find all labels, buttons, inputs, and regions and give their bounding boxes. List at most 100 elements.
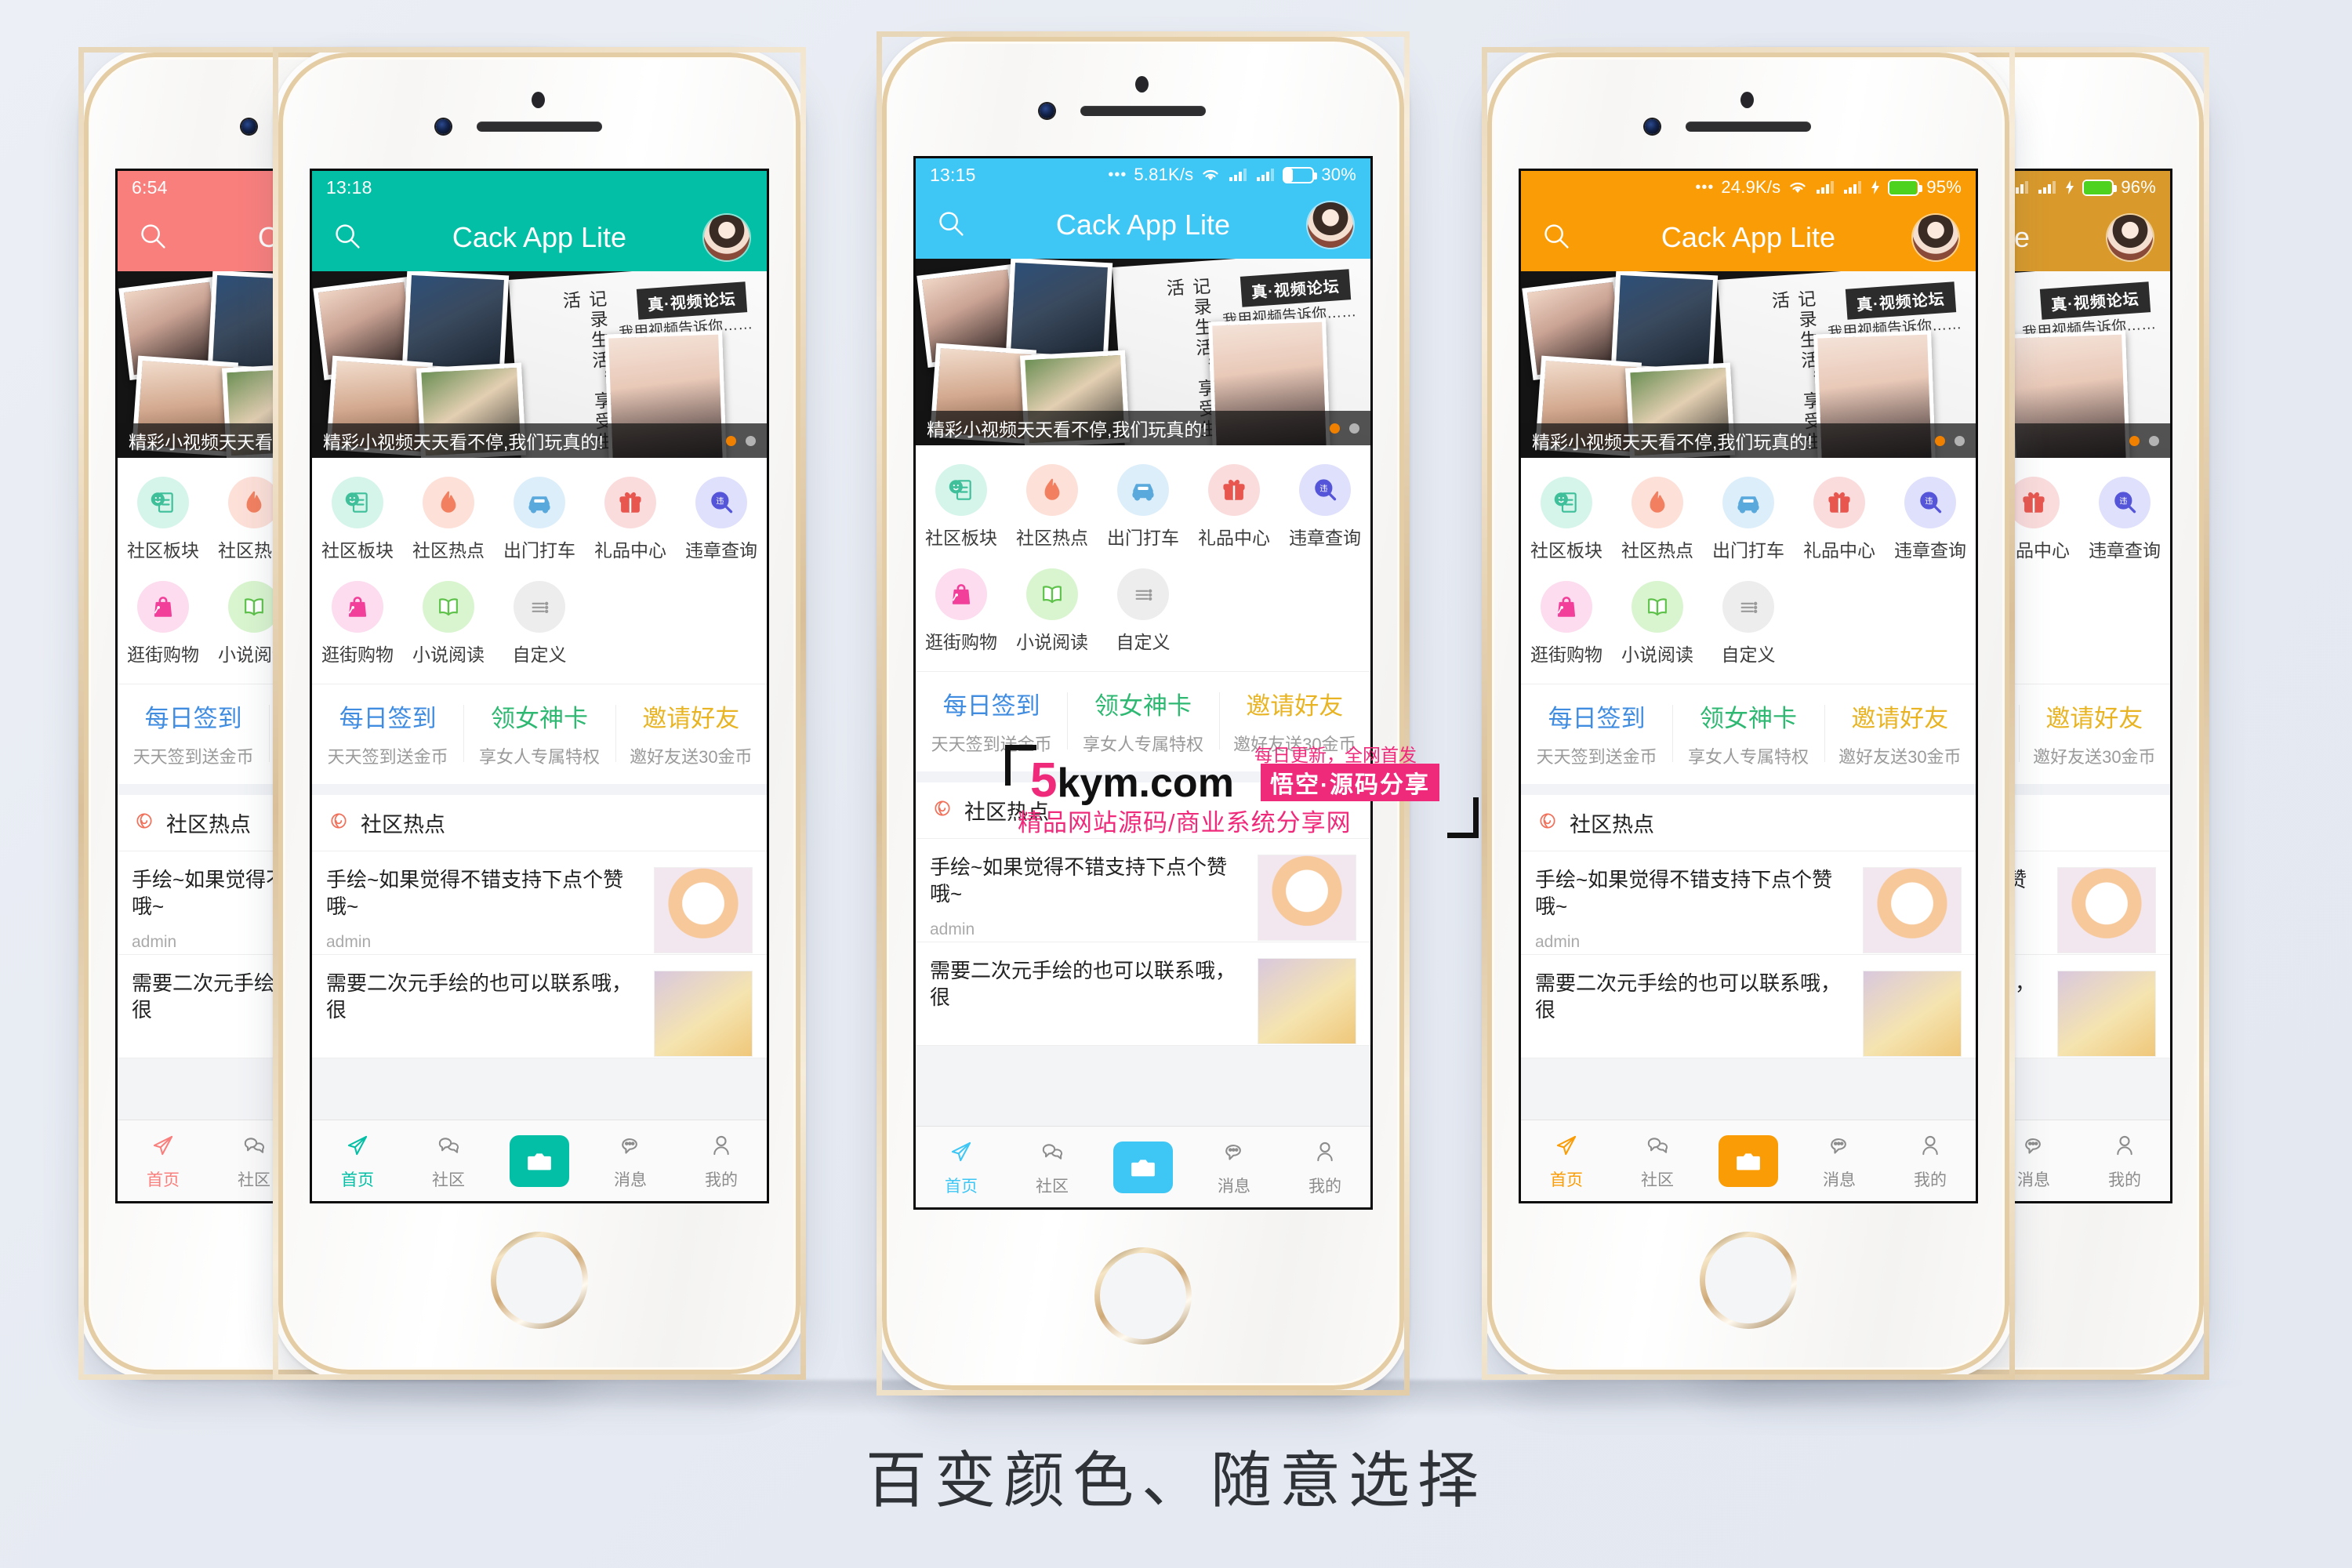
grid-item-4[interactable]: 违 违章查询 xyxy=(676,470,767,572)
quick-action-0[interactable]: 每日签到 天天签到送金币 xyxy=(312,699,463,768)
grid-item-4[interactable]: 违 违章查询 xyxy=(2079,470,2170,572)
camera-icon[interactable] xyxy=(1113,1141,1173,1193)
tab-社区[interactable]: 社区 xyxy=(403,1131,494,1191)
grid-item-0[interactable]: 社区板块 xyxy=(312,470,403,572)
promo-banner[interactable]: 记录生活，享受生活 真·视频论坛 我用视频告诉你…… 精彩小视频天天看不停,我们… xyxy=(312,271,767,458)
grid-item-2[interactable]: 出门打车 xyxy=(1098,458,1189,559)
avatar[interactable] xyxy=(2107,215,2153,260)
tab-首页[interactable]: 首页 xyxy=(1521,1131,1612,1191)
grid-item-3[interactable]: 礼品中心 xyxy=(1794,470,1885,572)
tab-我的[interactable]: 我的 xyxy=(2079,1131,2170,1191)
avatar[interactable] xyxy=(704,215,750,260)
grid-item-5[interactable]: 逛街购物 xyxy=(1521,575,1612,676)
avatar[interactable] xyxy=(1308,202,1353,248)
grid-item-4[interactable]: 违 违章查询 xyxy=(1279,458,1370,559)
quick-action-0[interactable]: 每日签到 天天签到送金币 xyxy=(118,699,269,768)
post-thumbnail xyxy=(1863,867,1962,953)
tab-社区[interactable]: 社区 xyxy=(1007,1137,1098,1197)
post-list-item[interactable]: 需要二次元手绘的也可以联系哦，很 xyxy=(1521,955,1976,1058)
post-list-item[interactable]: 手绘~如果觉得不错支持下点个赞哦~ admin xyxy=(1521,851,1976,955)
grid-item-4[interactable]: 违 违章查询 xyxy=(1885,470,1976,572)
quick-action-2[interactable]: 邀请好友 邀好友送30金币 xyxy=(615,699,767,768)
quick-action-row: 每日签到 天天签到送金币 领女神卡 享女人专属特权 邀请好友 邀好友送30金币 xyxy=(916,671,1370,771)
banner-pagination-dots[interactable] xyxy=(1330,423,1359,434)
home-button[interactable] xyxy=(1700,1232,1797,1329)
quick-action-0[interactable]: 每日签到 天天签到送金币 xyxy=(916,686,1067,756)
grid-item-7[interactable]: 自定义 xyxy=(1098,562,1189,663)
grid-item-2[interactable]: 出门打车 xyxy=(1703,470,1794,572)
tab-社区[interactable]: 社区 xyxy=(1612,1131,1703,1191)
grid-item-6[interactable]: 小说阅读 xyxy=(1612,575,1703,676)
banner-pagination-dots[interactable] xyxy=(2129,435,2159,446)
quick-action-2[interactable]: 邀请好友 邀好友送30金币 xyxy=(1218,686,1370,756)
phone-screen: 13:18 Cack App Lite 记录生活，享受生活 真·视频论坛 我用视… xyxy=(310,169,769,1203)
search-icon[interactable] xyxy=(329,218,365,258)
search-icon[interactable] xyxy=(135,218,171,258)
grid-item-7[interactable]: 自定义 xyxy=(1703,575,1794,676)
tab-首页[interactable]: 首页 xyxy=(312,1131,403,1191)
status-bar: 13:15 ••• 5.81K/s 30% xyxy=(916,158,1370,191)
tab-消息[interactable]: 消息 xyxy=(1189,1137,1279,1197)
grid-item-1[interactable]: 社区热点 xyxy=(403,470,494,572)
grid-item-0[interactable]: 社区板块 xyxy=(1521,470,1612,572)
tab-我的[interactable]: 我的 xyxy=(676,1131,767,1191)
grid-item-1[interactable]: 社区热点 xyxy=(1612,470,1703,572)
battery-icon xyxy=(2082,179,2118,196)
grid-item-5[interactable]: 逛街购物 xyxy=(312,575,403,676)
post-text: 手绘~如果觉得不错支持下点个赞哦~ admin xyxy=(930,855,1245,939)
tab-我的[interactable]: 我的 xyxy=(1885,1131,1976,1191)
promo-banner[interactable]: 记录生活，享受生活 真·视频论坛 我用视频告诉你…… 精彩小视频天天看不停,我们… xyxy=(916,259,1370,445)
promo-banner[interactable]: 记录生活，享受生活 真·视频论坛 我用视频告诉你…… 精彩小视频天天看不停,我们… xyxy=(1521,271,1976,458)
camera-icon[interactable] xyxy=(1719,1134,1778,1187)
car-icon xyxy=(1117,464,1169,516)
post-text: 需要二次元手绘的也可以联系哦，很 xyxy=(930,958,1245,1011)
camera-icon[interactable] xyxy=(510,1134,569,1187)
post-list-item[interactable]: 手绘~如果觉得不错支持下点个赞哦~ admin xyxy=(916,839,1370,942)
avatar[interactable] xyxy=(1913,215,1958,260)
grid-item-label: 自定义 xyxy=(512,644,567,665)
tab-消息[interactable]: 消息 xyxy=(1794,1131,1885,1191)
grid-item-5[interactable]: 逛街购物 xyxy=(916,562,1007,663)
quick-action-0[interactable]: 每日签到 天天签到送金币 xyxy=(1521,699,1672,768)
front-camera xyxy=(241,119,256,134)
post-list-item[interactable]: 需要二次元手绘的也可以联系哦，很 xyxy=(312,955,767,1058)
tab-首页[interactable]: 首页 xyxy=(916,1137,1007,1197)
quick-action-2[interactable]: 邀请好友 邀好友送30金币 xyxy=(2018,699,2170,768)
grid-item-2[interactable]: 出门打车 xyxy=(494,470,585,572)
grid-item-6[interactable]: 小说阅读 xyxy=(1007,562,1098,663)
grid-item-6[interactable]: 小说阅读 xyxy=(403,575,494,676)
grid-item-5[interactable]: 逛街购物 xyxy=(118,575,209,676)
grid-item-0[interactable]: 社区板块 xyxy=(916,458,1007,559)
quick-action-1[interactable]: 领女神卡 享女人专属特权 xyxy=(1672,699,1824,768)
tab-消息[interactable]: 消息 xyxy=(585,1131,676,1191)
post-title: 需要二次元手绘的也可以联系哦，很 xyxy=(1535,971,1842,1022)
home-button[interactable] xyxy=(1094,1247,1192,1345)
tab-首页[interactable]: 首页 xyxy=(118,1131,209,1191)
grid-item-3[interactable]: 礼品中心 xyxy=(1189,458,1279,559)
battery-percent: 30% xyxy=(1321,165,1356,184)
grid-item-3[interactable]: 礼品中心 xyxy=(585,470,676,572)
grid-item-7[interactable]: 自定义 xyxy=(494,575,585,676)
tab-camera[interactable] xyxy=(1098,1141,1189,1193)
tab-camera[interactable] xyxy=(494,1134,585,1187)
banner-pagination-dots[interactable] xyxy=(726,435,756,446)
post-list-item[interactable]: 手绘~如果觉得不错支持下点个赞哦~ admin xyxy=(312,851,767,955)
search-icon[interactable] xyxy=(933,205,969,245)
grid-item-0[interactable]: 社区板块 xyxy=(118,470,209,572)
quick-action-1[interactable]: 领女神卡 享女人专属特权 xyxy=(463,699,615,768)
home-button[interactable] xyxy=(491,1232,588,1329)
quick-action-subtitle: 天天签到送金币 xyxy=(1536,747,1657,767)
grid-item-1[interactable]: 社区热点 xyxy=(1007,458,1098,559)
banner-pagination-dots[interactable] xyxy=(1935,435,1965,446)
tab-label: 消息 xyxy=(2017,1171,2050,1189)
quick-action-2[interactable]: 邀请好友 邀好友送30金币 xyxy=(1824,699,1976,768)
tab-camera[interactable] xyxy=(1703,1134,1794,1187)
post-thumbnail xyxy=(2057,971,2156,1057)
banner-photo-2 xyxy=(1610,271,1719,375)
quick-action-row: 每日签到 天天签到送金币 领女神卡 享女人专属特权 邀请好友 邀好友送30金币 xyxy=(312,684,767,784)
post-list-item[interactable]: 需要二次元手绘的也可以联系哦，很 xyxy=(916,942,1370,1046)
quick-action-1[interactable]: 领女神卡 享女人专属特权 xyxy=(1067,686,1218,756)
tab-我的[interactable]: 我的 xyxy=(1279,1137,1370,1197)
grid-item-label: 自定义 xyxy=(1721,644,1776,665)
search-icon[interactable] xyxy=(1538,218,1574,258)
